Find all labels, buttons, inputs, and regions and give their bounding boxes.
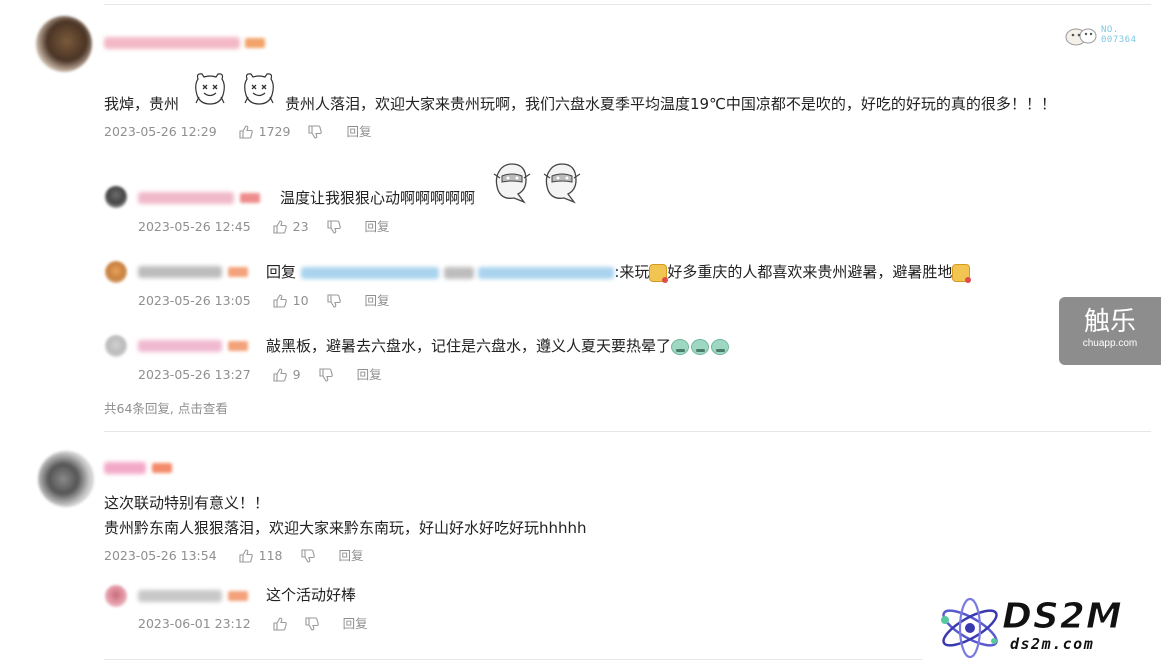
mention-separator [443, 266, 474, 279]
like-button[interactable]: 9 [273, 367, 301, 383]
view-more-replies-link[interactable]: 共64条回复, 点击查看 [104, 398, 228, 417]
fan-badge-icon [1064, 24, 1098, 50]
reply-text: 这个活动好棒 [266, 586, 357, 604]
ds2m-watermark: DS2M ds2m.com [936, 596, 1151, 660]
like-count: 1729 [258, 124, 291, 139]
dislike-button[interactable] [300, 549, 315, 563]
dislike-button[interactable] [326, 294, 341, 308]
reply-username[interactable] [138, 590, 222, 602]
thumbs-down-icon [326, 220, 341, 234]
comment-divider [104, 431, 1151, 432]
thumbs-down-icon [308, 125, 323, 139]
thumbs-down-icon [300, 549, 315, 563]
reply-username[interactable] [138, 192, 234, 204]
thumbs-down-icon [305, 617, 319, 631]
comment-date: 2023-05-26 13:54 [104, 548, 217, 563]
reply-username[interactable] [138, 266, 222, 278]
reply-meta: 2023-05-26 13:27 9 回复 [138, 367, 382, 383]
reply-button[interactable]: 回复 [365, 293, 390, 309]
reply-avatar[interactable] [105, 261, 127, 283]
reply-meta: 2023-05-26 12:45 23 回复 [138, 219, 390, 235]
fish-sticker-icon [538, 158, 586, 210]
reply-avatar[interactable] [105, 585, 127, 607]
comment-date: 2023-05-26 12:29 [104, 124, 217, 139]
reply-date: 2023-06-01 23:12 [138, 616, 251, 631]
level-badge [152, 463, 172, 473]
ds2m-url: ds2m.com [1010, 635, 1095, 653]
level-badge [228, 591, 248, 601]
level-badge [228, 341, 248, 351]
level-badge [228, 267, 248, 277]
reply-date: 2023-05-26 13:05 [138, 293, 251, 308]
like-count: 10 [292, 293, 309, 308]
top-divider [104, 4, 1151, 5]
comment-meta: 2023-05-26 12:29 1729 回复 [104, 124, 371, 140]
crying-emoji-icon [671, 338, 690, 355]
thumbs-up-icon [239, 125, 253, 139]
thumbs-up-icon [273, 368, 287, 382]
reply-text: 回复 :来玩 好多重庆的人都喜欢来贵州避暑，避暑胜地 [266, 263, 972, 283]
reply-date: 2023-05-26 12:45 [138, 219, 251, 234]
reply-avatar[interactable] [105, 186, 127, 208]
thumbs-up-icon [239, 549, 253, 563]
thumbs-down-icon [326, 294, 341, 308]
thumbs-down-icon [319, 368, 333, 382]
like-button[interactable] [273, 617, 287, 631]
reply-meta: 2023-06-01 23:12 回复 [138, 616, 368, 632]
like-button[interactable]: 1729 [239, 124, 291, 140]
chuapp-logo-text: 触乐 [1083, 307, 1136, 337]
reply-button[interactable]: 回复 [357, 367, 382, 383]
like-button[interactable]: 118 [239, 548, 283, 564]
thumbs-up-icon [273, 294, 287, 308]
fish-sticker-icon [488, 158, 536, 210]
comment-text: 这次联动特别有意义！！ [104, 494, 270, 512]
atom-logo-icon [941, 597, 998, 659]
dislike-button[interactable] [305, 617, 319, 631]
reply-button[interactable]: 回复 [339, 548, 364, 564]
reply-button[interactable]: 回复 [343, 616, 368, 632]
reply-avatar[interactable] [105, 335, 127, 357]
reply-username[interactable] [138, 340, 222, 352]
mention-link[interactable] [478, 266, 615, 279]
reply-date: 2023-05-26 13:27 [138, 367, 251, 382]
cat-emoji-icon [952, 263, 972, 283]
comment-text: 贵州黔东南人狠狠落泪，欢迎大家来黔东南玩，好山好水好吃好玩hhhhh [104, 519, 587, 537]
username[interactable] [104, 37, 240, 49]
panda-sticker-icon [190, 71, 230, 111]
panda-sticker-icon [239, 71, 279, 111]
avatar[interactable] [36, 16, 92, 72]
dislike-button[interactable] [308, 125, 323, 139]
like-count: 9 [292, 367, 301, 382]
reply-meta: 2023-05-26 13:05 10 回复 [138, 293, 390, 309]
avatar[interactable] [38, 451, 94, 507]
comment-text-continued: 贵州人落泪，欢迎大家来贵州玩啊，我们六盘水夏季平均温度19℃中国凉都不是吹的，好… [285, 95, 1056, 113]
username[interactable] [104, 462, 146, 474]
cat-emoji-icon [649, 263, 669, 283]
like-count: 118 [258, 548, 283, 563]
chuapp-url: chuapp.com [1082, 338, 1138, 349]
level-badge [245, 38, 265, 48]
thumbs-up-icon [273, 617, 287, 631]
like-button[interactable]: 23 [273, 219, 309, 235]
reply-text: 敲黑板，避暑去六盘水，记住是六盘水，遵义人夏天要热晕了 [266, 337, 731, 355]
crying-emoji-icon [711, 338, 730, 355]
like-count: 23 [292, 219, 309, 234]
fan-badge-number: NO. 007364 [1101, 25, 1137, 45]
ds2m-logo-text: DS2M [1002, 596, 1123, 638]
comment-text: 我焯，贵州 [104, 95, 180, 113]
reply-text: 温度让我狠狠心动啊啊啊啊啊 [280, 189, 476, 207]
mention-link[interactable] [300, 266, 439, 279]
crying-emoji-icon [691, 338, 710, 355]
reply-button[interactable]: 回复 [346, 124, 371, 140]
thumbs-up-icon [273, 220, 287, 234]
level-badge [240, 193, 260, 203]
dislike-button[interactable] [326, 220, 341, 234]
bottom-divider [104, 659, 922, 660]
chuapp-watermark: 触乐 chuapp.com [1059, 297, 1161, 365]
comment-meta: 2023-05-26 13:54 118 回复 [104, 548, 364, 564]
reply-button[interactable]: 回复 [365, 219, 390, 235]
dislike-button[interactable] [319, 368, 333, 382]
like-button[interactable]: 10 [273, 293, 309, 309]
